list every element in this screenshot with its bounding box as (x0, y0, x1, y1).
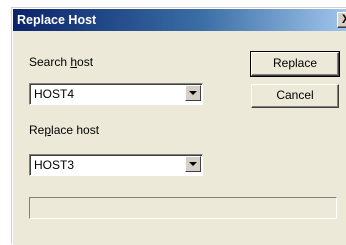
close-button[interactable]: X (337, 12, 346, 28)
search-host-dropdown[interactable]: HOST4 (29, 83, 203, 105)
cancel-button[interactable]: Cancel (251, 84, 339, 108)
search-host-label-prefix: Search (29, 55, 71, 69)
replace-button[interactable]: Replace (250, 51, 340, 77)
title-bar[interactable]: Replace Host X (13, 9, 346, 31)
chevron-down-icon[interactable] (185, 156, 201, 172)
replace-host-label-prefix: Re (29, 123, 45, 137)
replace-host-label: Replace host (29, 123, 99, 137)
replace-host-label-suffix: lace host (51, 123, 100, 137)
progress-bar (29, 197, 337, 219)
replace-host-dialog: Replace Host X Search host HOST4 Replace… (12, 8, 346, 245)
search-host-label: Search host (29, 55, 93, 69)
search-host-label-suffix: ost (77, 55, 94, 69)
chevron-down-icon[interactable] (185, 85, 201, 101)
replace-host-dropdown[interactable]: HOST3 (29, 154, 203, 176)
search-host-value: HOST4 (34, 87, 75, 101)
dialog-title: Replace Host (17, 13, 97, 27)
replace-host-value: HOST3 (34, 158, 75, 172)
